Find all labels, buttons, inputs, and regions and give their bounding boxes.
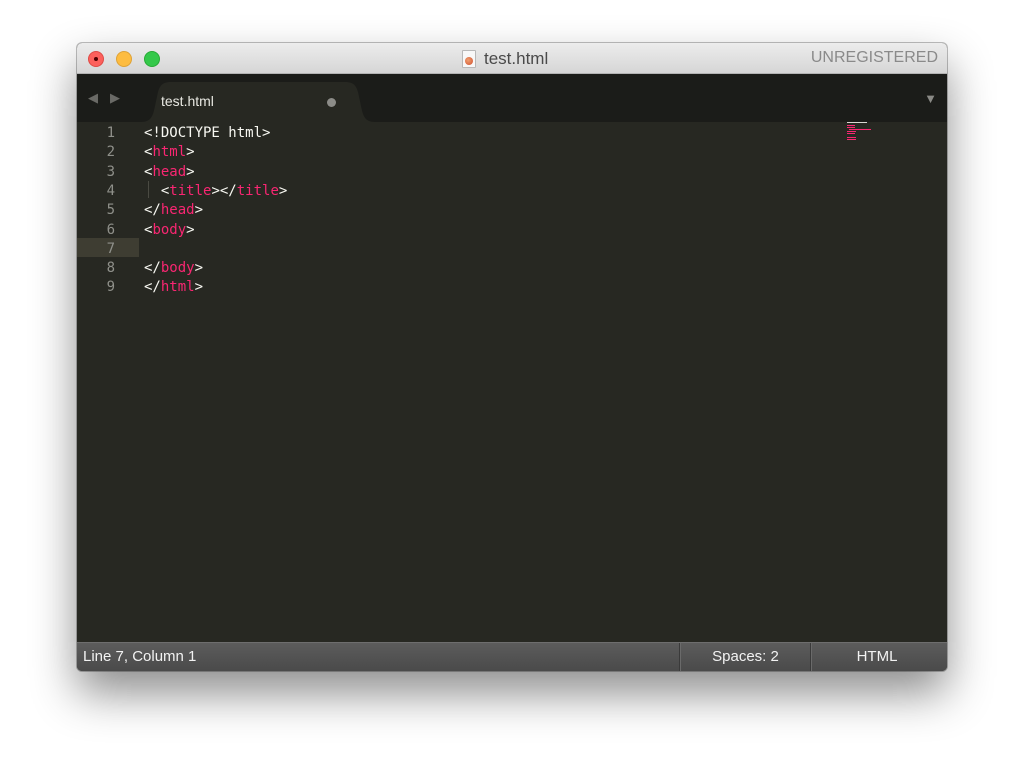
code-line[interactable]: <body>	[144, 221, 195, 240]
text-token: <!DOCTYPE html>	[144, 125, 271, 141]
text-token: >	[186, 144, 195, 161]
text-token: </	[144, 202, 161, 219]
status-divider	[810, 643, 811, 671]
text-token: >	[278, 182, 288, 199]
text-token: >	[186, 163, 195, 180]
window-title: test.html	[484, 49, 549, 68]
unsaved-dot-icon[interactable]	[327, 98, 336, 107]
text-token: >	[194, 279, 204, 296]
minimap[interactable]	[847, 122, 877, 152]
code-line[interactable]: <title></title>	[144, 182, 288, 201]
code-line[interactable]: </head>	[144, 201, 203, 220]
zoom-button[interactable]	[144, 51, 160, 67]
text-token: >	[194, 260, 204, 277]
close-button[interactable]	[88, 51, 104, 67]
tag-name-token: html	[152, 144, 187, 161]
nav-forward-icon[interactable]: ▶	[110, 90, 120, 106]
editor-area[interactable]: 123456789 <!DOCTYPE html> <html> <head> <t…	[77, 122, 947, 642]
line-number-gutter: 1 2 3 4 5 6 7 8 9	[77, 122, 139, 642]
line-number: 7	[106, 240, 115, 257]
unregistered-label: UNREGISTERED	[810, 49, 938, 66]
title-bar[interactable]: test.html UNREGISTERED	[77, 43, 947, 74]
tag-name-token: body	[160, 260, 195, 277]
text-token: ></	[211, 182, 237, 199]
line-number: 8	[106, 260, 115, 277]
minimize-button[interactable]	[116, 51, 132, 67]
line-number: 1	[106, 125, 115, 141]
line-number: 2	[106, 144, 115, 161]
tag-name-token: head	[152, 163, 187, 180]
code-line[interactable]: <html>	[144, 143, 195, 162]
tag-name-token: title	[236, 182, 279, 199]
syntax-selector[interactable]: HTML	[812, 648, 942, 665]
line-number: 3	[106, 163, 115, 180]
close-dot-icon	[94, 57, 98, 61]
code-line[interactable]: </body>	[144, 259, 203, 278]
line-number: 6	[106, 221, 115, 238]
tab-bar: ◀ ▶ test.html ▼	[77, 74, 947, 122]
tag-name-token: head	[160, 202, 195, 219]
line-number: 9	[106, 279, 115, 296]
status-divider	[679, 643, 680, 671]
text-token: >	[186, 221, 195, 238]
nav-back-icon[interactable]: ◀	[88, 90, 98, 106]
editor-window: test.html UNREGISTERED ◀ ▶ test.html ▼ 1…	[77, 43, 947, 671]
text-token: </	[144, 260, 161, 277]
text-token: </	[144, 279, 161, 296]
line-number: 5	[106, 202, 115, 219]
window-title-group: test.html	[462, 49, 548, 69]
text-token: >	[194, 202, 204, 219]
code-line[interactable]: <!DOCTYPE html>	[144, 124, 270, 143]
tag-name-token: html	[160, 279, 195, 296]
code-line[interactable]: </html>	[144, 278, 203, 297]
status-bar: Line 7, Column 1 Spaces: 2 HTML	[77, 642, 947, 671]
tab-label: test.html	[161, 93, 214, 109]
tag-name-token: body	[152, 221, 187, 238]
html-file-icon	[462, 50, 476, 68]
code-line[interactable]: <head>	[144, 163, 195, 182]
line-number: 4	[106, 182, 115, 199]
indentation-setting[interactable]: Spaces: 2	[681, 648, 810, 665]
tab-test-html[interactable]: test.html	[141, 82, 375, 122]
tag-name-token: title	[169, 182, 212, 199]
text-token: <	[144, 182, 170, 199]
tab-menu-icon[interactable]: ▼	[924, 91, 937, 106]
cursor-position: Line 7, Column 1	[83, 648, 197, 665]
